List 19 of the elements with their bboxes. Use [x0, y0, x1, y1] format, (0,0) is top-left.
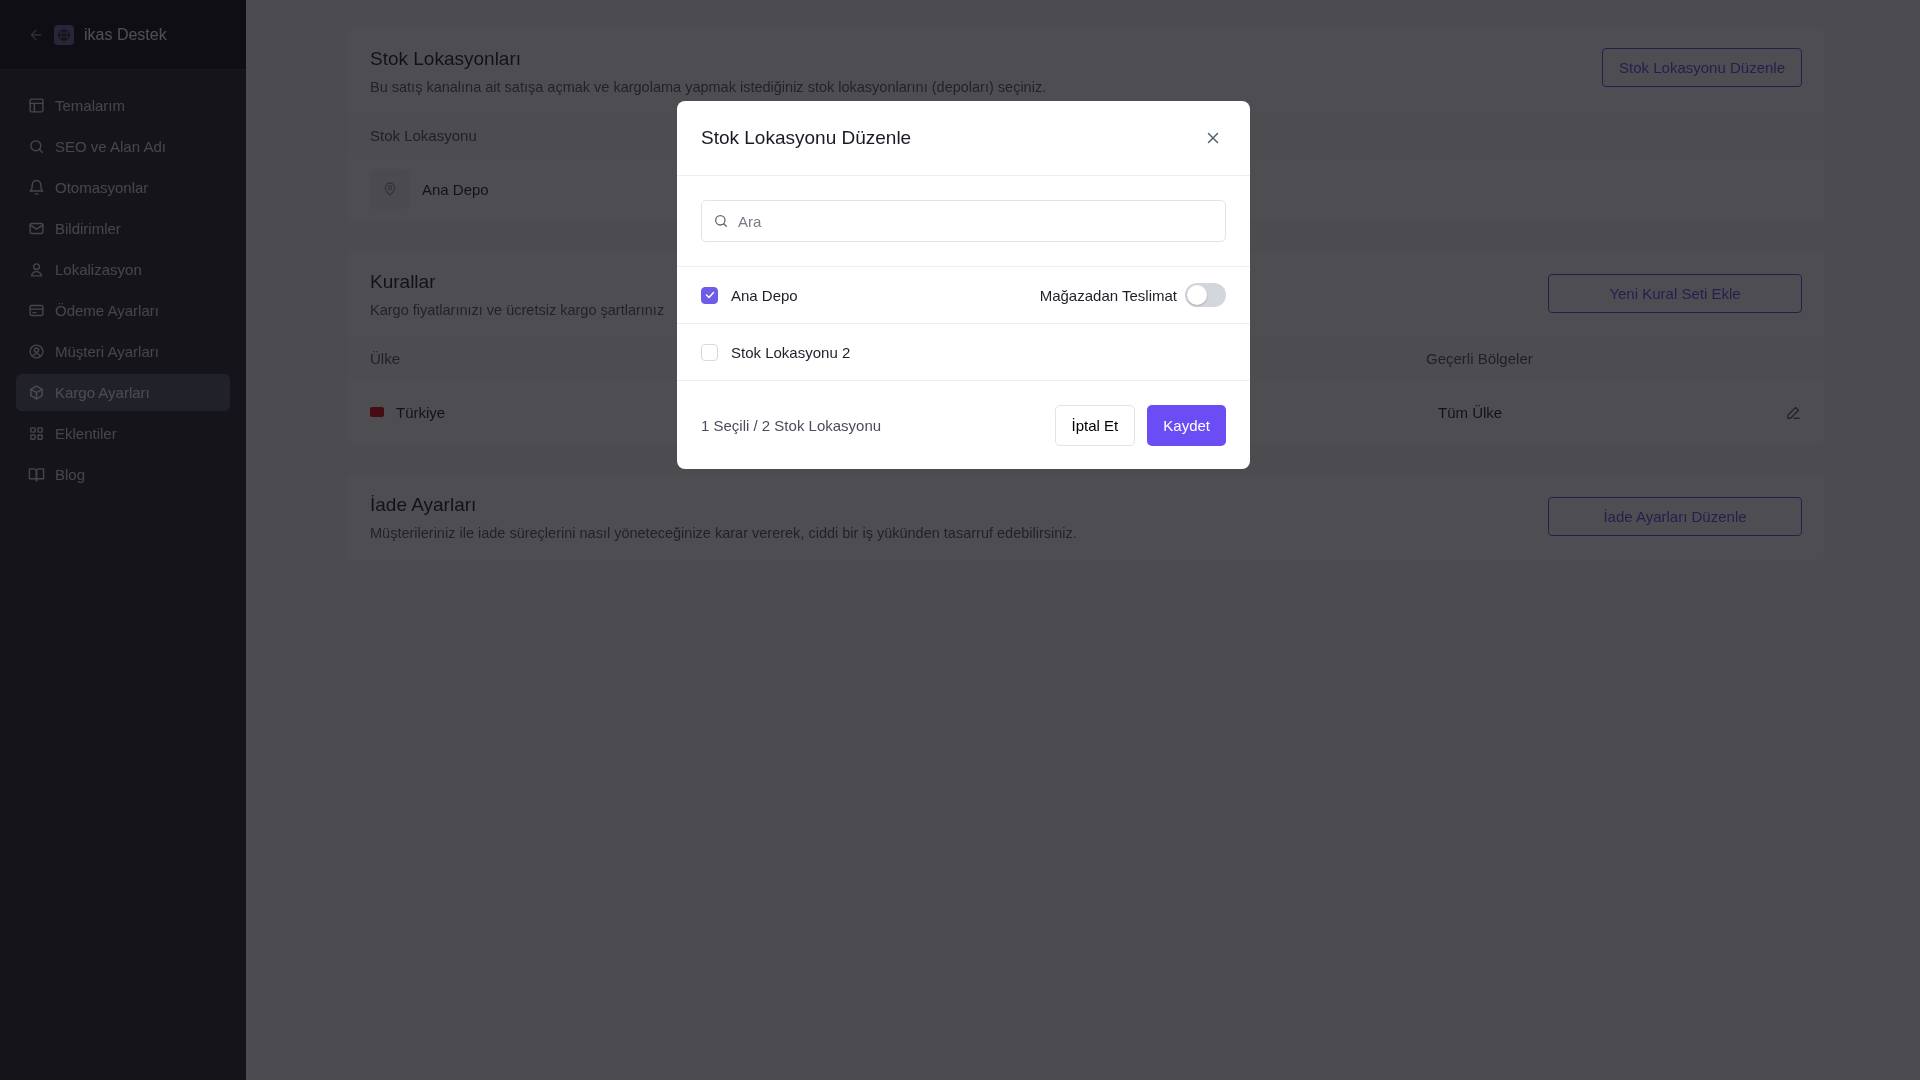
section-title: İade Ayarları — [370, 494, 478, 516]
cancel-button[interactable]: İptal Et — [1054, 404, 1136, 446]
table-cell: Türkiye — [396, 403, 446, 421]
search-field[interactable]: Ara — [701, 200, 1226, 242]
section-title: Stok Lokasyonları — [370, 48, 523, 70]
check-icon — [703, 289, 716, 301]
search-icon — [713, 213, 729, 229]
brand-name: ikas Destek — [84, 25, 167, 44]
table-cell: Ana Depo — [422, 180, 489, 198]
save-button[interactable]: Kaydet — [1147, 404, 1226, 446]
checkbox[interactable] — [701, 286, 718, 304]
section-title: Kurallar — [370, 271, 437, 293]
toggle-label: Mağazadan Teslimat — [1039, 286, 1177, 304]
dialog-title: Stok Lokasyonu Düzenle — [701, 127, 912, 149]
table-cell: Tüm Ülke — [1438, 403, 1503, 421]
location-name: Ana Depo — [731, 286, 798, 304]
selection-summary: 1 Seçili / 2 Stok Lokasyonu — [701, 416, 883, 434]
toggle-switch[interactable] — [1185, 283, 1226, 307]
location-name: Stok Lokasyonu 2 — [731, 343, 851, 361]
